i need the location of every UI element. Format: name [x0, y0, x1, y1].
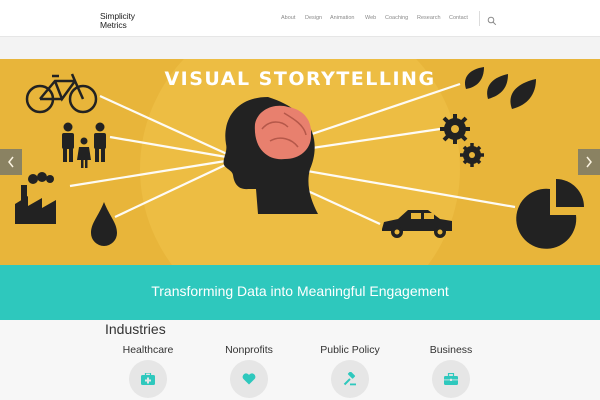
search-icon — [487, 16, 497, 26]
medical-kit-icon — [141, 373, 155, 385]
industry-label: Healthcare — [122, 344, 174, 356]
nav-item-about[interactable]: About — [281, 15, 295, 21]
slider-prev-button[interactable] — [0, 149, 22, 175]
heart-icon — [242, 373, 256, 385]
industry-healthcare[interactable]: Healthcare — [98, 344, 198, 398]
slider-next-button[interactable] — [578, 149, 600, 175]
chevron-right-icon — [586, 156, 592, 168]
hero-slider: VISUAL STORYTELLING — [0, 59, 600, 265]
nav-item-coaching[interactable]: Coaching — [385, 15, 408, 21]
industries-section: Industries Healthcare Nonprofits Public … — [0, 320, 600, 400]
pie-chart-icon — [516, 179, 584, 249]
industry-icon-circle[interactable] — [230, 360, 268, 398]
hero-title: VISUAL STORYTELLING — [164, 68, 436, 90]
search-button[interactable] — [487, 13, 497, 26]
industry-icon-circle[interactable] — [331, 360, 369, 398]
industry-label: Nonprofits — [225, 344, 273, 356]
industry-label: Public Policy — [320, 344, 380, 356]
industry-label: Business — [429, 344, 473, 356]
industry-business[interactable]: Business — [401, 344, 501, 398]
industry-icon-circle[interactable] — [129, 360, 167, 398]
gavel-icon — [343, 372, 356, 386]
drop-icon — [91, 202, 117, 246]
tagline-text: Transforming Data into Meaningful Engage… — [151, 283, 449, 299]
factory-icon — [15, 172, 56, 224]
nav-item-contact[interactable]: Contact — [449, 15, 468, 21]
nav-item-research[interactable]: Research — [417, 15, 441, 21]
nav-item-web[interactable]: Web — [365, 15, 376, 21]
industry-public-policy[interactable]: Public Policy — [300, 344, 400, 398]
industry-nonprofits[interactable]: Nonprofits — [199, 344, 299, 398]
chevron-left-icon — [8, 156, 14, 168]
nav-item-design[interactable]: Design — [305, 15, 322, 21]
header-spacer — [0, 37, 600, 59]
main-nav: About Design Animation Web Coaching Rese… — [0, 15, 600, 25]
briefcase-icon — [444, 373, 458, 385]
site-header: Simplicity Metrics About Design Animatio… — [0, 0, 600, 37]
industries-title: Industries — [105, 321, 166, 337]
people-icon — [62, 122, 106, 168]
tagline-banner: Transforming Data into Meaningful Engage… — [0, 265, 600, 320]
nav-item-animation[interactable]: Animation — [330, 15, 354, 21]
industry-icon-circle[interactable] — [432, 360, 470, 398]
nav-divider — [479, 11, 480, 26]
